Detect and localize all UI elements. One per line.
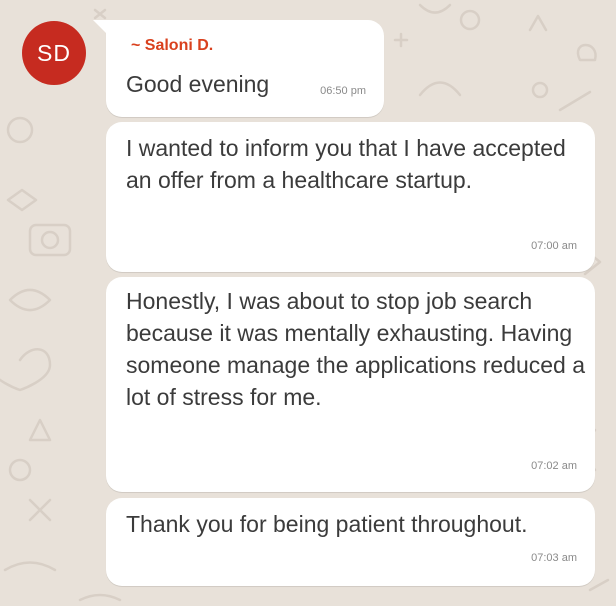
message-text: Honestly, I was about to stop job search… bbox=[126, 288, 586, 410]
message-text: I wanted to inform you that I have accep… bbox=[126, 135, 566, 193]
message-text: Thank you for being patient throughout. bbox=[126, 511, 528, 537]
message-timestamp: 07:03 am bbox=[531, 552, 577, 564]
message-text: Good evening bbox=[126, 71, 270, 97]
sender-avatar[interactable]: SD bbox=[22, 21, 86, 85]
message-timestamp: 07:02 am bbox=[531, 460, 577, 472]
message-bubble-3[interactable]: Honestly, I was about to stop job search… bbox=[106, 277, 595, 492]
avatar-initials: SD bbox=[37, 39, 71, 66]
message-bubble-2[interactable]: I wanted to inform you that I have accep… bbox=[106, 122, 595, 272]
sender-name[interactable]: ~ Saloni D. bbox=[131, 37, 213, 55]
message-timestamp: 06:50 pm bbox=[320, 85, 366, 97]
message-bubble-4[interactable]: Thank you for being patient throughout. … bbox=[106, 498, 595, 586]
message-timestamp: 07:00 am bbox=[531, 240, 577, 252]
message-bubble-1[interactable]: ~ Saloni D. Good evening 06:50 pm bbox=[93, 20, 384, 117]
bubble-tail bbox=[93, 20, 107, 34]
